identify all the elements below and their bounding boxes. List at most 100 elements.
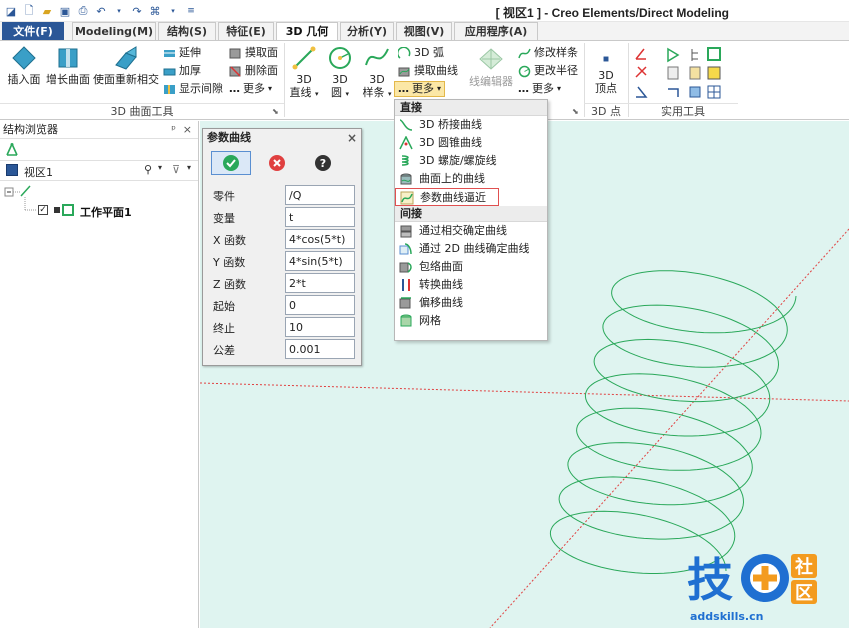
app-icon[interactable]: ◪ xyxy=(4,4,18,18)
chevron-down-icon[interactable]: ▾ xyxy=(187,163,191,172)
network-icon[interactable]: ⌘ xyxy=(148,4,162,18)
menu-item-curve-by-2d-curve[interactable]: 通过 2D 曲线确定曲线 xyxy=(395,240,547,258)
tree-icon[interactable] xyxy=(691,49,698,61)
redo-icon[interactable]: ↷ xyxy=(130,4,144,18)
workplane-checkbox[interactable]: ✓ xyxy=(38,205,48,215)
tab-feature[interactable]: 特征(E) xyxy=(218,22,274,40)
menu-item-3d-conic-curve[interactable]: 3D 圆锥曲线 xyxy=(395,134,547,152)
menu-item-parametric-curve-approx[interactable]: 参数曲线逼近 xyxy=(395,188,499,206)
end-field[interactable] xyxy=(285,317,355,337)
tolerance-field[interactable] xyxy=(285,339,355,359)
extend-surface-button[interactable]: 增长曲面 xyxy=(46,45,90,86)
close-icon[interactable]: × xyxy=(183,121,192,139)
surface-more-button[interactable]: … 更多 ▾ xyxy=(229,81,272,97)
menu-item-mesh[interactable]: 网格 xyxy=(395,312,547,330)
book-icon[interactable] xyxy=(667,66,679,80)
triangle-icon[interactable] xyxy=(667,47,680,63)
x-function-field[interactable] xyxy=(285,229,355,249)
3d-vertex-button[interactable]: 3D 顶点 xyxy=(590,51,622,95)
watermark-she-char: 社 xyxy=(795,556,813,578)
check-list-icon[interactable] xyxy=(689,66,701,80)
save-icon[interactable]: ▣ xyxy=(58,4,72,18)
re-intersect-faces-button[interactable]: 使面重新相交 xyxy=(92,45,160,86)
tab-file[interactable]: 文件(F) xyxy=(2,22,64,40)
curve-more2-button[interactable]: … 更多 ▾ xyxy=(518,81,561,97)
dialog-launcher-icon[interactable]: ⬊ xyxy=(572,107,579,116)
dialog-launcher-icon[interactable]: ⬊ xyxy=(272,107,279,116)
3d-spline-button[interactable]: 3D 样条 ▾ xyxy=(360,45,394,101)
tab-applications[interactable]: 应用程序(A) xyxy=(454,22,538,40)
menu-item-convert-curve[interactable]: 转换曲线 xyxy=(395,276,547,294)
filter-icon[interactable]: ⊽ xyxy=(172,163,180,176)
change-radius-button[interactable]: 更改半径 xyxy=(518,63,578,79)
menu-item-3d-bridge-curve[interactable]: 3D 桥接曲线 xyxy=(395,116,547,134)
helix-curve[interactable] xyxy=(549,270,797,574)
menu-item-envelope-surface[interactable]: 包络曲面 xyxy=(395,258,547,276)
menu-item-curve-by-intersection[interactable]: 通过相交确定曲线 xyxy=(395,222,547,240)
curve-on-surface-icon xyxy=(400,173,412,185)
utility-icons xyxy=(635,47,721,99)
root-tree-node[interactable] xyxy=(18,183,32,197)
x-axis-line xyxy=(199,382,849,402)
tab-structure[interactable]: 结构(S) xyxy=(158,22,216,40)
coordinate-icon[interactable] xyxy=(668,88,679,97)
undo-icon[interactable]: ↶ xyxy=(94,4,108,18)
modify-spline-button[interactable]: 修改样条 xyxy=(518,45,578,61)
angle-icon[interactable] xyxy=(636,86,648,98)
extend-button[interactable]: 延伸 xyxy=(163,45,201,61)
cancel-button[interactable] xyxy=(257,151,297,175)
menu-item-label: 3D 桥接曲线 xyxy=(419,118,482,131)
variable-field[interactable] xyxy=(285,207,355,227)
show-gap-button[interactable]: 显示间隙 xyxy=(163,81,223,97)
cube-icon[interactable] xyxy=(689,86,701,98)
tab-modeling[interactable]: Modeling(M) xyxy=(72,22,156,40)
calculator-icon[interactable] xyxy=(707,66,721,80)
help-button[interactable]: ? xyxy=(303,151,343,175)
y-function-row: Y 函数 xyxy=(211,251,355,271)
wire-editor-button[interactable]: 线编辑器 xyxy=(466,47,516,88)
z-function-field[interactable] xyxy=(285,273,355,293)
extract-face-button[interactable]: 摸取面 xyxy=(229,45,278,61)
workplane-label[interactable]: 工作平面1 xyxy=(80,204,132,220)
3d-arc-button[interactable]: 3D 弧 xyxy=(398,45,444,61)
pin-icon[interactable]: ᵖ xyxy=(171,121,176,139)
3d-circle-button[interactable]: 3D 圆 ▾ xyxy=(324,45,356,101)
wire-editor-label: 线编辑器 xyxy=(469,75,513,88)
extract-curve-button[interactable]: 摸取曲线 xyxy=(398,63,458,79)
close-icon[interactable]: × xyxy=(347,129,357,147)
customize-qat-icon[interactable]: ≡ xyxy=(184,4,198,18)
thicken-button[interactable]: 加厚 xyxy=(163,63,201,79)
tab-analysis[interactable]: 分析(Y) xyxy=(340,22,394,40)
menu-item-label: 包络曲面 xyxy=(419,260,463,273)
parametric-curve-icon xyxy=(400,191,414,205)
binoculars-icon[interactable]: ⚲ xyxy=(144,163,152,176)
grid-icon[interactable] xyxy=(707,85,721,99)
view-row[interactable]: 视区1 ⚲ ▾ ⊽ ▾ xyxy=(0,161,198,181)
y-function-field[interactable] xyxy=(285,251,355,271)
menu-item-3d-helix[interactable]: 3D 螺旋/螺旋线 xyxy=(395,152,547,170)
tab-3d-geometry[interactable]: 3D 几何 xyxy=(276,22,338,41)
dropdown-arrow-icon[interactable]: ▾ xyxy=(112,4,126,18)
intersection-curve-icon xyxy=(400,225,412,238)
menu-item-curve-on-surface[interactable]: 曲面上的曲线 xyxy=(395,170,547,188)
viewport-icon xyxy=(6,164,18,176)
curve-more-button[interactable]: … 更多 ▾ xyxy=(394,81,446,97)
3d-circle-top-label: 3D xyxy=(332,73,348,86)
start-field[interactable] xyxy=(285,295,355,315)
insert-face-button[interactable]: 插入面 xyxy=(4,45,44,86)
green-frame-icon[interactable] xyxy=(707,47,721,61)
tab-view[interactable]: 视图(V) xyxy=(396,22,452,40)
print-preview-icon[interactable]: ⎙ xyxy=(76,4,90,18)
3d-line-button[interactable]: 3D 直线 ▾ xyxy=(288,45,320,101)
axis-icon[interactable] xyxy=(635,48,646,60)
chevron-down-icon[interactable]: ▾ xyxy=(158,163,162,172)
open-folder-icon[interactable]: ▰ xyxy=(40,4,54,18)
new-file-icon[interactable]: 🗋 xyxy=(22,4,36,18)
structure-tree-icon[interactable] xyxy=(4,142,20,158)
dropdown-arrow-icon[interactable]: ▾ xyxy=(166,4,180,18)
part-field[interactable] xyxy=(285,185,355,205)
menu-item-offset-curve[interactable]: 偏移曲线 xyxy=(395,294,547,312)
measure-icon[interactable] xyxy=(635,66,647,78)
delete-face-button[interactable]: 删除面 xyxy=(229,63,278,79)
confirm-button[interactable] xyxy=(211,151,251,175)
